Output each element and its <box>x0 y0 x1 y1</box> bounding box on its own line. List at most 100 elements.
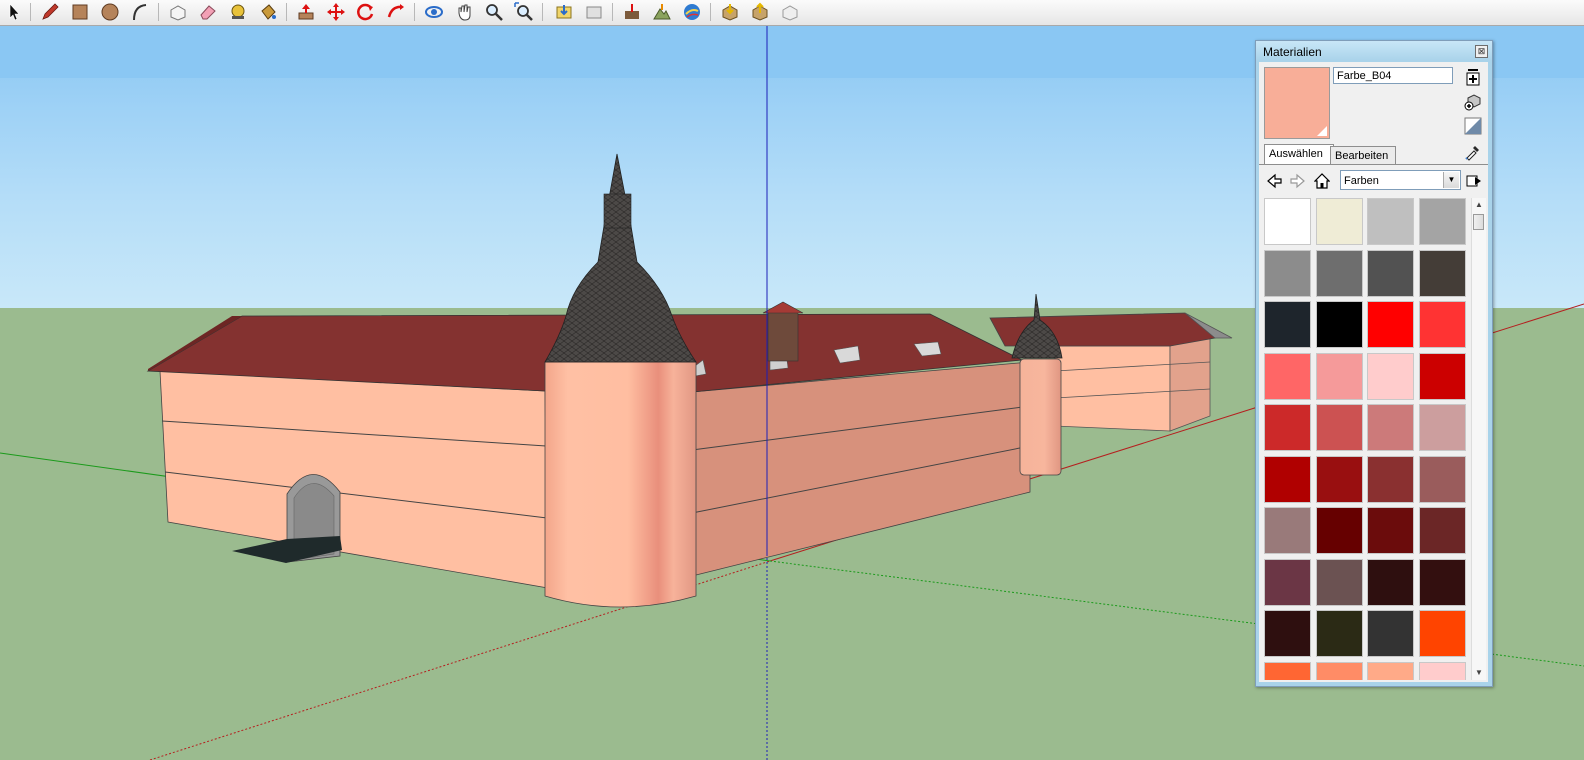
zoom-extents-icon[interactable] <box>512 1 536 23</box>
share-model-icon[interactable] <box>582 1 606 23</box>
material-swatch[interactable] <box>1264 507 1311 554</box>
toggle-terrain-icon[interactable] <box>650 1 674 23</box>
sample-paint-icon[interactable] <box>1463 92 1483 112</box>
material-swatch[interactable] <box>1316 507 1363 554</box>
tabs-divider <box>1259 164 1488 165</box>
swatch-scrollbar[interactable]: ▲ ▼ <box>1471 198 1486 680</box>
eraser-icon[interactable] <box>196 1 220 23</box>
pan-icon[interactable] <box>452 1 476 23</box>
material-name-field[interactable]: Farbe_B04 <box>1333 67 1453 84</box>
material-swatch[interactable] <box>1316 662 1363 680</box>
chevron-down-icon[interactable]: ▼ <box>1443 172 1459 188</box>
material-swatch[interactable] <box>1419 250 1466 297</box>
material-swatch[interactable] <box>1367 404 1414 451</box>
forward-arrow-icon[interactable] <box>1288 171 1308 191</box>
follow-me-icon[interactable] <box>384 1 408 23</box>
material-swatch[interactable] <box>1367 610 1414 657</box>
collection-value: Farben <box>1344 175 1379 187</box>
material-swatch[interactable] <box>1264 610 1311 657</box>
details-arrow-icon[interactable] <box>1464 171 1484 191</box>
material-swatch[interactable] <box>1419 507 1466 554</box>
orbit-icon[interactable] <box>422 1 446 23</box>
material-swatch[interactable] <box>1419 662 1466 680</box>
toolbar-separator <box>30 3 31 21</box>
material-swatch[interactable] <box>1367 198 1414 245</box>
collection-dropdown[interactable]: Farben ▼ <box>1340 170 1461 190</box>
material-swatch[interactable] <box>1419 559 1466 606</box>
material-swatch[interactable] <box>1367 301 1414 348</box>
material-swatch[interactable] <box>1316 250 1363 297</box>
make-component-icon[interactable] <box>166 1 190 23</box>
material-swatch[interactable] <box>1419 404 1466 451</box>
material-swatch[interactable] <box>1316 559 1363 606</box>
material-swatch[interactable] <box>1367 559 1414 606</box>
small-tower-body <box>1019 358 1062 476</box>
material-swatch[interactable] <box>1419 198 1466 245</box>
circle-icon[interactable] <box>98 1 122 23</box>
material-swatch[interactable] <box>1264 559 1311 606</box>
paint-bucket-icon[interactable] <box>256 1 280 23</box>
material-swatch[interactable] <box>1367 456 1414 503</box>
material-swatch[interactable] <box>1264 198 1311 245</box>
push-pull-icon[interactable] <box>294 1 318 23</box>
default-material-icon[interactable] <box>1463 116 1483 136</box>
far-building-side <box>1169 335 1211 432</box>
material-swatch[interactable] <box>1264 353 1311 400</box>
eyedropper-icon[interactable] <box>1463 142 1483 162</box>
panel-title: Materialien <box>1263 45 1322 59</box>
rotate-icon[interactable] <box>354 1 378 23</box>
pencil-icon[interactable] <box>38 1 62 23</box>
tape-measure-icon[interactable] <box>226 1 250 23</box>
material-swatch[interactable] <box>1316 301 1363 348</box>
extension-icon[interactable] <box>778 1 802 23</box>
material-swatch[interactable] <box>1316 353 1363 400</box>
toolbar-separator <box>414 3 415 21</box>
home-icon[interactable] <box>1312 171 1332 191</box>
google-earth-icon[interactable] <box>680 1 704 23</box>
current-material-swatch[interactable] <box>1264 67 1330 139</box>
panel-titlebar[interactable]: Materialien ⊠ <box>1256 41 1492 61</box>
material-swatch[interactable] <box>1419 456 1466 503</box>
material-swatch[interactable] <box>1419 610 1466 657</box>
collection-nav: Farben ▼ <box>1264 170 1484 192</box>
material-swatch[interactable] <box>1264 456 1311 503</box>
main-toolbar <box>0 0 1584 26</box>
material-swatch[interactable] <box>1367 662 1414 680</box>
arc-icon[interactable] <box>128 1 152 23</box>
bell-structure <box>767 310 799 362</box>
back-arrow-icon[interactable] <box>1264 171 1284 191</box>
select-icon[interactable] <box>2 1 26 23</box>
material-swatch[interactable] <box>1367 507 1414 554</box>
material-swatch[interactable] <box>1316 198 1363 245</box>
material-swatch[interactable] <box>1264 662 1311 680</box>
material-swatch[interactable] <box>1264 404 1311 451</box>
material-swatch[interactable] <box>1264 250 1311 297</box>
material-swatch[interactable] <box>1419 353 1466 400</box>
material-swatch[interactable] <box>1264 301 1311 348</box>
get-components-icon[interactable] <box>718 1 742 23</box>
big-tower-spire-base <box>603 193 632 229</box>
material-swatch[interactable] <box>1367 250 1414 297</box>
scroll-thumb[interactable] <box>1473 214 1484 230</box>
tab-auswaehlen[interactable]: Auswählen <box>1264 144 1334 165</box>
toolbar-separator <box>158 3 159 21</box>
toolbar-separator <box>710 3 711 21</box>
scroll-up-icon[interactable]: ▲ <box>1472 198 1486 212</box>
material-swatch[interactable] <box>1367 353 1414 400</box>
zoom-icon[interactable] <box>482 1 506 23</box>
get-models-icon[interactable] <box>552 1 576 23</box>
toolbar-separator <box>612 3 613 21</box>
material-swatch[interactable] <box>1316 404 1363 451</box>
toolbar-separator <box>286 3 287 21</box>
add-location-icon[interactable] <box>620 1 644 23</box>
rectangle-icon[interactable] <box>68 1 92 23</box>
move-icon[interactable] <box>324 1 348 23</box>
create-material-icon[interactable] <box>1463 68 1483 88</box>
tab-bearbeiten[interactable]: Bearbeiten <box>1330 146 1396 165</box>
close-button[interactable]: ⊠ <box>1475 45 1488 58</box>
material-swatch[interactable] <box>1316 456 1363 503</box>
scroll-down-icon[interactable]: ▼ <box>1472 666 1486 680</box>
share-component-icon[interactable] <box>748 1 772 23</box>
material-swatch[interactable] <box>1419 301 1466 348</box>
material-swatch[interactable] <box>1316 610 1363 657</box>
